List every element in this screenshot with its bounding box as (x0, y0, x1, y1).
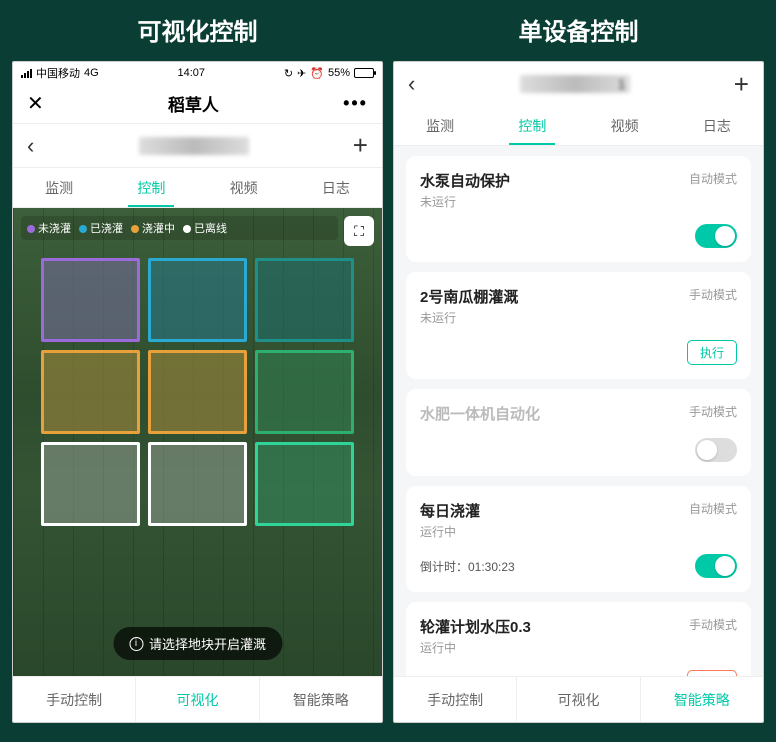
battery-icon (354, 68, 374, 78)
legend-item: 浇灌中 (131, 220, 175, 236)
top-tabs: 监测控制视频日志 (13, 168, 382, 208)
device-card: 水肥一体机自动化 手动模式 (406, 389, 751, 476)
add-icon[interactable]: + (734, 69, 749, 100)
tab-控制[interactable]: 控制 (105, 168, 197, 207)
location-icon: ✈ (297, 67, 306, 80)
legend: 未浇灌已浇灌浇灌中已离线 (21, 216, 338, 240)
tab-监测[interactable]: 监测 (13, 168, 105, 207)
device-name-blurred (139, 137, 249, 155)
back-icon[interactable]: ‹ (27, 133, 34, 159)
device-mode: 手动模式 (689, 403, 737, 420)
device-title: 水肥一体机自动化 (420, 403, 540, 424)
back-icon[interactable]: ‹ (408, 71, 415, 97)
toggle-switch[interactable] (695, 554, 737, 578)
plot-cell-2[interactable] (255, 258, 354, 342)
device-status: 运行中 (420, 639, 531, 656)
expand-icon[interactable]: ⛶ (344, 216, 374, 246)
plot-cell-8[interactable] (255, 442, 354, 526)
plot-cell-4[interactable] (148, 350, 247, 434)
device-title: 水泵自动保护 (420, 170, 510, 191)
bottom-tab-可视化[interactable]: 可视化 (136, 677, 259, 722)
tab-视频[interactable]: 视频 (198, 168, 290, 207)
device-mode: 自动模式 (689, 170, 737, 187)
device-card: 轮灌计划水压0.3运行中手动模式倒计时：01:30:23停止 (406, 602, 751, 676)
left-phone: 中国移动 4G 14:07 ↻ ✈ ⏰ 55% ✕ 稻草人 ••• ‹ (12, 61, 383, 723)
bottom-tab-手动控制[interactable]: 手动控制 (394, 677, 517, 722)
legend-item: 已浇灌 (79, 220, 123, 236)
right-phone: ‹ 1 + 监测控制视频日志 水泵自动保护未运行自动模式2号南瓜棚灌溉未运行手动… (393, 61, 764, 723)
tab-控制[interactable]: 控制 (486, 106, 578, 145)
device-card: 水泵自动保护未运行 自动模式 (406, 156, 751, 262)
app-title: 稻草人 (168, 91, 219, 116)
network-label: 4G (84, 67, 99, 79)
device-mode: 自动模式 (689, 500, 737, 517)
clock: 14:07 (177, 67, 205, 79)
info-icon: i (129, 637, 143, 651)
tab-日志[interactable]: 日志 (290, 168, 382, 207)
hint-pill: i 请选择地块开启灌溉 (113, 627, 282, 660)
device-list[interactable]: 水泵自动保护未运行自动模式2号南瓜棚灌溉未运行手动模式执行水肥一体机自动化手动模… (394, 146, 763, 676)
status-bar: 中国移动 4G 14:07 ↻ ✈ ⏰ 55% (13, 62, 382, 84)
bottom-tab-可视化[interactable]: 可视化 (517, 677, 640, 722)
device-header: ‹ + (13, 124, 382, 168)
device-header: ‹ 1 + (394, 62, 763, 106)
signal-icon (21, 69, 32, 78)
left-title: 可视化控制 (12, 12, 383, 47)
plot-grid (41, 258, 354, 526)
device-status: 运行中 (420, 523, 480, 540)
device-title: 轮灌计划水压0.3 (420, 616, 531, 637)
plot-cell-7[interactable] (148, 442, 247, 526)
more-icon[interactable]: ••• (343, 93, 368, 114)
tab-日志[interactable]: 日志 (671, 106, 763, 145)
device-card: 每日浇灌运行中 自动模式倒计时：01:30:23 (406, 486, 751, 592)
bottom-tabs: 手动控制可视化智能策略 (13, 676, 382, 722)
bottom-tabs: 手动控制可视化智能策略 (394, 676, 763, 722)
execute-button[interactable]: 执行 (687, 340, 737, 365)
toggle-switch (695, 438, 737, 462)
top-tabs: 监测控制视频日志 (394, 106, 763, 146)
battery-pct: 55% (328, 67, 350, 79)
device-title: 每日浇灌 (420, 500, 480, 521)
bottom-tab-智能策略[interactable]: 智能策略 (641, 677, 763, 722)
device-name-blurred: 1 (520, 75, 630, 93)
bottom-tab-智能策略[interactable]: 智能策略 (260, 677, 382, 722)
toggle-switch[interactable] (695, 224, 737, 248)
plot-cell-1[interactable] (148, 258, 247, 342)
legend-item: 未浇灌 (27, 220, 71, 236)
close-icon[interactable]: ✕ (27, 91, 44, 116)
plot-cell-5[interactable] (255, 350, 354, 434)
sync-icon: ↻ (284, 67, 293, 80)
tab-监测[interactable]: 监测 (394, 106, 486, 145)
legend-item: 已离线 (183, 220, 227, 236)
countdown: 倒计时：01:30:23 (420, 558, 515, 575)
tab-视频[interactable]: 视频 (579, 106, 671, 145)
map-area[interactable]: 未浇灌已浇灌浇灌中已离线 ⛶ i 请选择地块开启灌溉 (13, 208, 382, 676)
device-status: 未运行 (420, 309, 518, 326)
device-card: 2号南瓜棚灌溉未运行 手动模式执行 (406, 272, 751, 379)
device-mode: 手动模式 (689, 616, 737, 633)
device-status: 未运行 (420, 193, 510, 210)
add-icon[interactable]: + (353, 130, 368, 161)
hint-text: 请选择地块开启灌溉 (149, 634, 266, 653)
plot-cell-3[interactable] (41, 350, 140, 434)
alarm-icon: ⏰ (310, 67, 324, 80)
plot-cell-0[interactable] (41, 258, 140, 342)
right-title: 单设备控制 (393, 12, 764, 47)
device-mode: 手动模式 (689, 286, 737, 303)
device-title: 2号南瓜棚灌溉 (420, 286, 518, 307)
plot-cell-6[interactable] (41, 442, 140, 526)
carrier-label: 中国移动 (36, 65, 80, 81)
bottom-tab-手动控制[interactable]: 手动控制 (13, 677, 136, 722)
app-header: ✕ 稻草人 ••• (13, 84, 382, 124)
